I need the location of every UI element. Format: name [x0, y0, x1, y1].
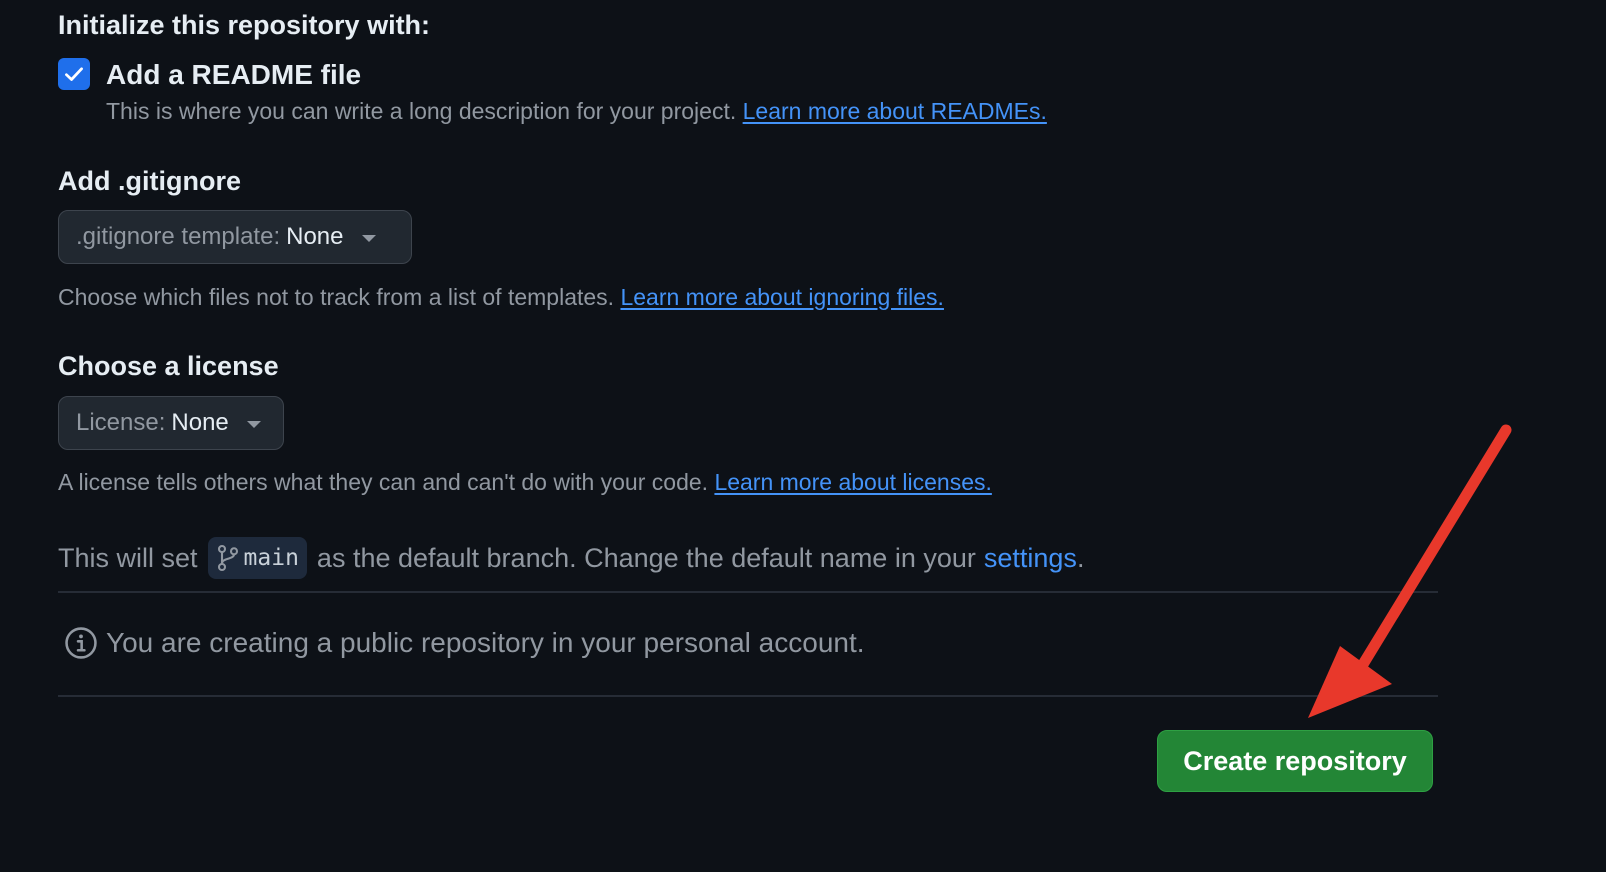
- default-branch-line: This will set main as the default branch…: [58, 536, 1084, 580]
- license-heading: Choose a license: [58, 351, 279, 381]
- license-select-prefix: License:: [76, 409, 166, 436]
- create-repository-button[interactable]: Create repository: [1157, 730, 1433, 792]
- gitignore-select-value: None: [286, 223, 344, 250]
- divider-top: [58, 591, 1438, 593]
- gitignore-heading: Add .gitignore: [58, 166, 241, 196]
- readme-description-line: This is where you can write a long descr…: [106, 98, 1047, 125]
- gitignore-template-select[interactable]: .gitignore template: None: [58, 210, 412, 264]
- public-repo-notice-text: You are creating a public repository in …: [106, 627, 865, 658]
- branch-prefix: This will set: [58, 542, 198, 573]
- gitignore-learn-more-link[interactable]: Learn more about ignoring files.: [620, 284, 943, 310]
- branch-chip: main: [207, 537, 307, 579]
- gitignore-description: Choose which files not to track from a l…: [58, 284, 615, 310]
- readme-label[interactable]: Add a README file: [106, 58, 361, 92]
- git-branch-icon: [217, 544, 238, 572]
- license-learn-more-link[interactable]: Learn more about licenses.: [714, 469, 991, 495]
- info-icon: [65, 627, 97, 659]
- gitignore-description-line: Choose which files not to track from a l…: [58, 284, 944, 311]
- caret-down-icon: [361, 234, 376, 242]
- readme-checkbox[interactable]: [58, 58, 90, 90]
- branch-suffix: .: [1076, 542, 1085, 573]
- license-description: A license tells others what they can and…: [58, 469, 709, 495]
- readme-learn-more-link[interactable]: Learn more about READMEs.: [743, 98, 1047, 124]
- initialize-heading: Initialize this repository with:: [58, 10, 431, 40]
- caret-down-icon: [246, 420, 261, 428]
- branch-name: main: [243, 545, 299, 571]
- license-description-line: A license tells others what they can and…: [58, 469, 992, 496]
- license-select[interactable]: License: None: [58, 396, 284, 450]
- gitignore-select-prefix: .gitignore template:: [76, 223, 281, 250]
- divider-bottom: [58, 695, 1438, 697]
- readme-description: This is where you can write a long descr…: [106, 98, 737, 124]
- check-icon: [65, 67, 83, 81]
- public-repo-notice: You are creating a public repository in …: [64, 626, 865, 660]
- settings-link[interactable]: settings: [984, 543, 1077, 574]
- branch-middle-text: as the default branch. Change the defaul…: [316, 542, 976, 573]
- license-select-value: None: [171, 409, 229, 436]
